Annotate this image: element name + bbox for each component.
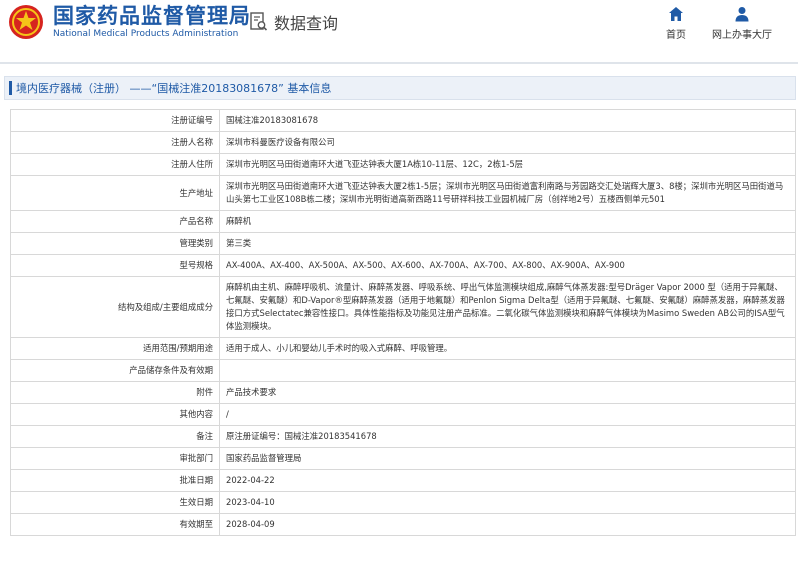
table-row: 适用范围/预期用途 适用于成人、小儿和婴幼儿手术时的吸入式麻醉、呼吸管理。 bbox=[10, 337, 796, 360]
table-row: 生效日期 2023-04-10 bbox=[10, 491, 796, 514]
row-label: 适用范围/预期用途 bbox=[10, 337, 220, 360]
table-row: 产品储存条件及有效期 bbox=[10, 359, 796, 382]
table-row: 注册人住所 深圳市光明区马田街道南环大道飞亚达钟表大厦1A栋10-11层、12C… bbox=[10, 153, 796, 176]
row-value: 适用于成人、小儿和婴幼儿手术时的吸入式麻醉、呼吸管理。 bbox=[219, 337, 796, 360]
table-row: 审批部门 国家药品监督管理局 bbox=[10, 447, 796, 470]
row-label: 生效日期 bbox=[10, 491, 220, 514]
row-label: 注册证编号 bbox=[10, 109, 220, 132]
row-label: 注册人名称 bbox=[10, 131, 220, 154]
section-header: 境内医疗器械（注册） ——“国械注准20183081678” 基本信息 bbox=[4, 76, 796, 100]
user-icon bbox=[735, 7, 749, 22]
row-label: 其他内容 bbox=[10, 403, 220, 426]
table-row: 备注 原注册证编号：国械注准20183541678 bbox=[10, 425, 796, 448]
row-value: 2022-04-22 bbox=[219, 469, 796, 492]
row-value: 2023-04-10 bbox=[219, 491, 796, 514]
table-row: 结构及组成/主要组成成分 麻醉机由主机、麻醉呼吸机、流量计、麻醉蒸发器、呼吸系统… bbox=[10, 276, 796, 338]
row-label: 产品名称 bbox=[10, 210, 220, 233]
site-title: 国家药品监督管理局 bbox=[53, 4, 251, 28]
row-value: 国家药品监督管理局 bbox=[219, 447, 796, 470]
table-row: 产品名称 麻醉机 bbox=[10, 210, 796, 233]
table-row: 附件 产品技术要求 bbox=[10, 381, 796, 404]
row-label: 型号规格 bbox=[10, 254, 220, 277]
nav-online-office-button[interactable]: 网上办事大厅 bbox=[702, 6, 782, 42]
row-label: 有效期至 bbox=[10, 513, 220, 536]
home-icon bbox=[669, 7, 683, 21]
row-label: 审批部门 bbox=[10, 447, 220, 470]
table-row: 批准日期 2022-04-22 bbox=[10, 469, 796, 492]
row-value: AX-400A、AX-400、AX-500A、AX-500、AX-600、AX-… bbox=[219, 254, 796, 277]
row-label: 管理类别 bbox=[10, 232, 220, 255]
row-value: 麻醉机由主机、麻醉呼吸机、流量计、麻醉蒸发器、呼吸系统、呼出气体监测模块组成,麻… bbox=[219, 276, 796, 338]
table-row: 注册证编号 国械注准20183081678 bbox=[10, 109, 796, 132]
row-value: 深圳市科曼医疗设备有限公司 bbox=[219, 131, 796, 154]
row-value: 麻醉机 bbox=[219, 210, 796, 233]
row-value: 深圳市光明区马田街道南环大道飞亚达钟表大厦2栋1-5层；深圳市光明区马田街道富利… bbox=[219, 175, 796, 211]
data-query-link[interactable]: 数据查询 bbox=[250, 10, 338, 34]
document-search-icon bbox=[250, 12, 268, 31]
row-value: / bbox=[219, 403, 796, 426]
table-row: 生产地址 深圳市光明区马田街道南环大道飞亚达钟表大厦2栋1-5层；深圳市光明区马… bbox=[10, 175, 796, 211]
site-header: 国家药品监督管理局 National Medical Products Admi… bbox=[0, 0, 798, 46]
row-value: 产品技术要求 bbox=[219, 381, 796, 404]
row-label: 生产地址 bbox=[10, 175, 220, 211]
row-label: 批准日期 bbox=[10, 469, 220, 492]
nav-online-office-label: 网上办事大厅 bbox=[712, 30, 772, 41]
section-title: 境内医疗器械（注册） ——“国械注准20183081678” 基本信息 bbox=[16, 82, 332, 95]
row-value: 2028-04-09 bbox=[219, 513, 796, 536]
table-row: 注册人名称 深圳市科曼医疗设备有限公司 bbox=[10, 131, 796, 154]
row-value: 第三类 bbox=[219, 232, 796, 255]
row-value bbox=[219, 359, 796, 382]
row-label: 备注 bbox=[10, 425, 220, 448]
table-row: 有效期至 2028-04-09 bbox=[10, 513, 796, 536]
section-marker bbox=[9, 81, 12, 95]
row-label: 附件 bbox=[10, 381, 220, 404]
row-label: 注册人住所 bbox=[10, 153, 220, 176]
registration-detail-table: 注册证编号 国械注准20183081678 注册人名称 深圳市科曼医疗设备有限公… bbox=[10, 109, 796, 536]
row-label: 结构及组成/主要组成成分 bbox=[10, 276, 220, 338]
row-value: 原注册证编号：国械注准20183541678 bbox=[219, 425, 796, 448]
site-subtitle: National Medical Products Administration bbox=[53, 29, 239, 39]
table-row: 其他内容 / bbox=[10, 403, 796, 426]
row-label: 产品储存条件及有效期 bbox=[10, 359, 220, 382]
table-row: 型号规格 AX-400A、AX-400、AX-500A、AX-500、AX-60… bbox=[10, 254, 796, 277]
row-value: 深圳市光明区马田街道南环大道飞亚达钟表大厦1A栋10-11层、12C，2栋1-5… bbox=[219, 153, 796, 176]
table-row: 管理类别 第三类 bbox=[10, 232, 796, 255]
data-query-label: 数据查询 bbox=[274, 14, 339, 33]
row-value: 国械注准20183081678 bbox=[219, 109, 796, 132]
header-divider bbox=[0, 62, 798, 64]
national-emblem-logo bbox=[9, 5, 43, 39]
